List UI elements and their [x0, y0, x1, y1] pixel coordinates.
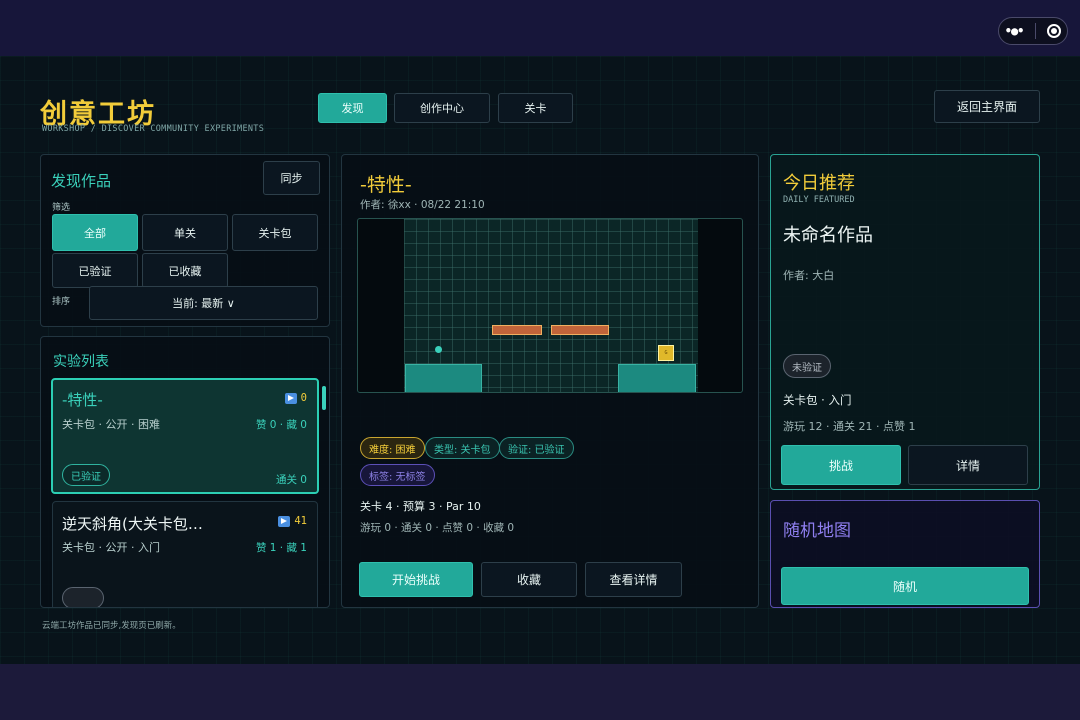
capsule-divider [1034, 23, 1036, 39]
status-message: 云端工坊作品已同步,发现页已刷新。 [42, 621, 181, 631]
experiment-list-title: 实验列表 [53, 354, 109, 370]
featured-subtitle: DAILY FEATURED [783, 195, 855, 205]
platform-right [618, 364, 696, 392]
featured-details-button[interactable]: 详情 [908, 445, 1028, 485]
list-item-title: 逆天斜角(大关卡包… [62, 515, 203, 533]
filter-verified[interactable]: 已验证 [52, 253, 138, 288]
discover-title: 发现作品 [51, 172, 112, 190]
level-preview[interactable]: G [357, 218, 743, 393]
sync-button[interactable]: 同步 [263, 161, 320, 195]
filter-pack[interactable]: 关卡包 [232, 214, 318, 251]
random-map-title: 随机地图 [783, 521, 851, 541]
featured-category: 关卡包 · 入门 [783, 393, 852, 407]
play-icon [284, 392, 297, 404]
page-subtitle: WORKSHOP / DISCOVER COMMUNITY EXPERIMENT… [42, 124, 265, 134]
play-count-value: 41 [294, 515, 307, 527]
tab-creation-center[interactable]: 创作中心 [394, 93, 490, 123]
clears-count: 通关 0 [275, 474, 307, 486]
filter-label: 筛选 [52, 203, 71, 213]
featured-author: 作者: 大白 [783, 269, 835, 282]
tag-verification: 验证: 已验证 [499, 437, 574, 459]
list-scrollbar[interactable] [322, 386, 326, 410]
status-badge [62, 587, 104, 607]
view-details-button[interactable]: 查看详情 [585, 562, 682, 597]
goal-icon: G [658, 345, 674, 361]
tag-difficulty: 难度: 困难 [360, 437, 425, 459]
play-count: 0 [284, 392, 307, 404]
mini-program-capsule[interactable]: •●• [998, 17, 1068, 45]
featured-title: 今日推荐 [783, 173, 855, 194]
random-button[interactable]: 随机 [781, 567, 1029, 605]
tab-discover[interactable]: 发现 [318, 93, 387, 123]
filter-favorited[interactable]: 已收藏 [142, 253, 228, 288]
tag-labels: 标签: 无标签 [360, 464, 435, 486]
featured-stats: 游玩 12 · 通关 21 · 点赞 1 [783, 420, 916, 433]
featured-challenge-button[interactable]: 挑战 [781, 445, 901, 485]
unverified-badge: 未验证 [783, 354, 831, 378]
favorite-button[interactable]: 收藏 [481, 562, 577, 597]
list-item-meta: 关卡包 · 公开 · 入门 [62, 541, 160, 554]
back-to-main-button[interactable]: 返回主界面 [934, 90, 1040, 123]
filter-single[interactable]: 单关 [142, 214, 228, 251]
top-status-bar: •●• [0, 0, 1080, 56]
verified-badge: 已验证 [62, 464, 110, 486]
level-info: 关卡 4 · 预算 3 · Par 10 [360, 500, 481, 513]
tag-type: 类型: 关卡包 [425, 437, 500, 459]
list-item-meta: 关卡包 · 公开 · 困难 [62, 418, 160, 431]
sort-label: 排序 [52, 297, 71, 307]
list-item[interactable]: 逆天斜角(大关卡包… 41 关卡包 · 公开 · 入门 赞 1 · 藏 1 [52, 501, 318, 607]
level-stats: 游玩 0 · 通关 0 · 点赞 0 · 收藏 0 [360, 522, 515, 534]
detail-author: 作者: 徐xx · 08/22 21:10 [360, 199, 485, 211]
player-ball [435, 346, 442, 353]
play-count: 41 [278, 515, 307, 527]
list-item-stats: 赞 1 · 藏 1 [255, 542, 307, 554]
sort-select[interactable]: 当前: 最新 ∨ [89, 286, 318, 320]
play-count-value: 0 [300, 392, 307, 404]
target-icon[interactable] [1047, 24, 1062, 38]
filter-all[interactable]: 全部 [52, 214, 138, 251]
brick-row-right [551, 325, 609, 335]
play-icon [278, 515, 291, 527]
brick-row-left [492, 325, 542, 335]
start-challenge-button[interactable]: 开始挑战 [359, 562, 473, 597]
list-item-selected[interactable]: -特性- 0 关卡包 · 公开 · 困难 赞 0 · 藏 0 已验证 通关 0 [51, 378, 319, 494]
list-item-stats: 赞 0 · 藏 0 [255, 419, 307, 431]
more-dots-icon[interactable]: •●• [1005, 24, 1025, 38]
detail-title: -特性- [360, 174, 412, 196]
list-item-title: -特性- [62, 391, 103, 409]
featured-work-name: 未命名作品 [783, 225, 873, 246]
platform-left [405, 364, 482, 392]
tab-levels[interactable]: 关卡 [498, 93, 573, 123]
bottom-bar [0, 664, 1080, 720]
